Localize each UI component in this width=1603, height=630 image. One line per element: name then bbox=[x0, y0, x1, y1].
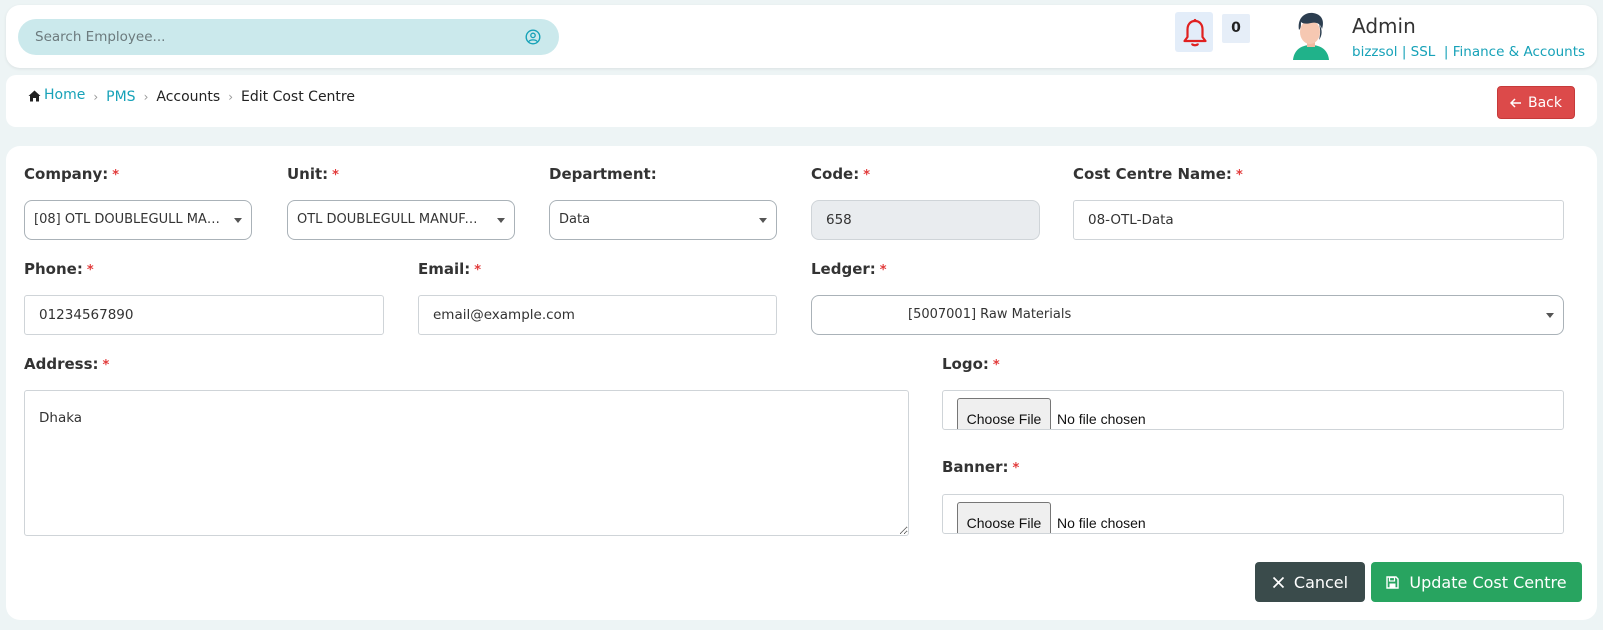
user-subtitle[interactable]: bizzsol | SSL | Finance & Accounts bbox=[1352, 44, 1585, 60]
arrow-left-icon bbox=[1510, 97, 1521, 108]
chevron-right-icon: › bbox=[93, 90, 99, 104]
logo-file-input[interactable]: Choose File No file chosen bbox=[942, 390, 1564, 430]
user-circle-icon[interactable] bbox=[525, 29, 541, 45]
company-label: Company: * bbox=[24, 165, 120, 183]
update-cost-centre-button[interactable]: Update Cost Centre bbox=[1371, 562, 1582, 602]
caret-down-icon bbox=[1546, 313, 1554, 318]
email-label: Email: * bbox=[418, 260, 482, 278]
cost-centre-name-label: Cost Centre Name: * bbox=[1073, 165, 1243, 183]
code-input bbox=[811, 200, 1040, 240]
banner-label: Banner: * bbox=[942, 458, 1020, 476]
department-label: Department: bbox=[549, 165, 657, 183]
back-button[interactable]: Back bbox=[1497, 86, 1575, 119]
address-label: Address: * bbox=[24, 355, 110, 373]
banner-file-input[interactable]: Choose File No file chosen bbox=[942, 494, 1564, 534]
avatar[interactable] bbox=[1289, 10, 1333, 60]
ledger-label: Ledger: * bbox=[811, 260, 887, 278]
close-icon bbox=[1272, 576, 1284, 588]
unit-select[interactable]: OTL DOUBLEGULL MANUFACTURING bbox=[287, 200, 515, 240]
caret-down-icon bbox=[759, 218, 767, 223]
search-box bbox=[18, 19, 559, 55]
back-button-label: Back bbox=[1528, 94, 1562, 111]
breadcrumb-current: Edit Cost Centre bbox=[241, 89, 355, 105]
banner-choose-file-button[interactable]: Choose File bbox=[957, 502, 1051, 533]
breadcrumb: Home › PMS › Accounts › Edit Cost Centre bbox=[28, 87, 355, 105]
update-button-label: Update Cost Centre bbox=[1409, 572, 1567, 592]
cancel-button-label: Cancel bbox=[1293, 572, 1349, 592]
logo-label: Logo: * bbox=[942, 355, 1000, 373]
logo-file-status: No file chosen bbox=[1057, 411, 1146, 427]
department-value: Data bbox=[559, 212, 591, 227]
notification-button[interactable] bbox=[1169, 12, 1217, 54]
chevron-right-icon: › bbox=[228, 90, 234, 104]
breadcrumb-bar: Home › PMS › Accounts › Edit Cost Centre… bbox=[6, 75, 1597, 127]
logo-choose-file-button[interactable]: Choose File bbox=[957, 398, 1051, 429]
ledger-select[interactable]: [5007001] Raw Materials bbox=[811, 295, 1564, 335]
ledger-value: [5007001] Raw Materials bbox=[908, 307, 1072, 322]
code-label: Code: * bbox=[811, 165, 871, 183]
department-select[interactable]: Data bbox=[549, 200, 777, 240]
save-icon bbox=[1386, 575, 1400, 589]
chevron-right-icon: › bbox=[143, 90, 149, 104]
cancel-button[interactable]: Cancel bbox=[1255, 562, 1365, 602]
caret-down-icon bbox=[234, 218, 242, 223]
bell-icon bbox=[1183, 18, 1207, 47]
home-icon bbox=[28, 90, 41, 101]
user-name: Admin bbox=[1352, 14, 1416, 38]
cost-centre-name-input[interactable] bbox=[1073, 200, 1564, 240]
breadcrumb-pms-link[interactable]: PMS bbox=[106, 89, 135, 105]
caret-down-icon bbox=[497, 218, 505, 223]
phone-label: Phone: * bbox=[24, 260, 94, 278]
company-select[interactable]: [08] OTL DOUBLEGULL MANUFACTURING bbox=[24, 200, 252, 240]
phone-input[interactable] bbox=[24, 295, 384, 335]
notification-count-badge: 0 bbox=[1222, 14, 1250, 43]
breadcrumb-home-link[interactable]: Home bbox=[44, 87, 85, 103]
search-employee-input[interactable] bbox=[18, 19, 559, 55]
banner-file-status: No file chosen bbox=[1057, 515, 1146, 531]
address-textarea[interactable]: Dhaka bbox=[24, 390, 909, 536]
email-input[interactable] bbox=[418, 295, 777, 335]
company-value: [08] OTL DOUBLEGULL MANUFACTURING bbox=[34, 212, 223, 227]
unit-label: Unit: * bbox=[287, 165, 339, 183]
unit-value: OTL DOUBLEGULL MANUFACTURING bbox=[297, 212, 486, 227]
breadcrumb-accounts: Accounts bbox=[156, 89, 221, 105]
